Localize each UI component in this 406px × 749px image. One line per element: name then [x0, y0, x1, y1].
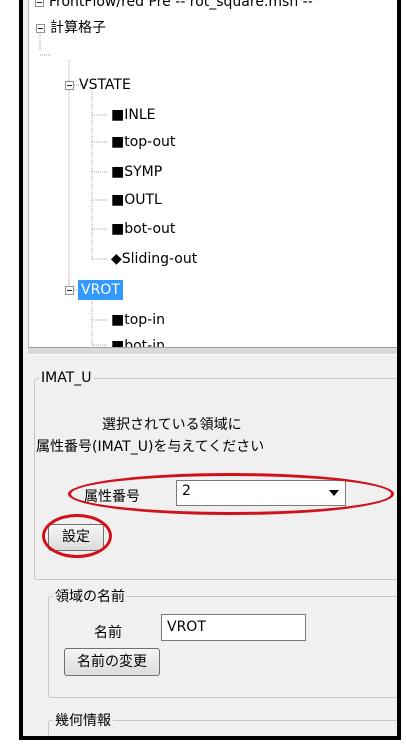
- highlight-ring-set-button: [42, 514, 112, 558]
- collapse-toggle-icon[interactable]: [35, 0, 44, 7]
- tree-node-vstate-label: VSTATE: [79, 77, 131, 93]
- tree-leaf-label: bot-in: [124, 338, 165, 347]
- tree-node-grid-label: 計算格子: [50, 20, 106, 36]
- region-name-group: 領域の名前: [48, 586, 397, 698]
- window-frame: FrontFlow/red Pre -- rot_square.msh -- 計…: [19, 0, 401, 740]
- imat-group-legend: IMAT_U: [41, 370, 92, 386]
- tree-leaf-label: top-in: [124, 312, 165, 328]
- geometry-group-legend: 幾何情報: [55, 713, 111, 729]
- tree-leaf-label: INLE: [124, 107, 156, 123]
- rename-button[interactable]: 名前の変更: [64, 648, 160, 676]
- square-marker-icon: ■: [111, 107, 125, 123]
- properties-panel: IMAT_U 選択されている領域に 属性番号(IMAT_U)を与えてください 属…: [28, 356, 397, 736]
- square-marker-icon: ■: [111, 192, 125, 208]
- splitter-handle[interactable]: [28, 347, 397, 355]
- collapse-toggle-icon[interactable]: [65, 286, 74, 295]
- region-tree[interactable]: FrontFlow/red Pre -- rot_square.msh -- 計…: [28, 0, 397, 347]
- tree-leaf-label: OUTL: [124, 192, 162, 208]
- tree-leaf-top-out[interactable]: ■top-out: [111, 132, 175, 152]
- region-name-input[interactable]: VROT: [161, 614, 306, 641]
- diamond-marker-icon: ◆: [111, 251, 122, 267]
- tree-leaf-bot-in[interactable]: ■bot-in: [111, 336, 165, 347]
- tree-leaf-top-in[interactable]: ■top-in: [111, 310, 165, 330]
- tree-leaf-bot-out[interactable]: ■bot-out: [111, 219, 175, 239]
- tree-leaf-label: Sliding-out: [121, 251, 198, 267]
- tree-leaf-label: top-out: [124, 134, 176, 150]
- highlight-ring-attribute: [68, 473, 394, 515]
- tree-leaf-label: bot-out: [124, 221, 176, 237]
- square-marker-icon: ■: [111, 221, 125, 237]
- tree-root-label: FrontFlow/red Pre -- rot_square.msh --: [49, 0, 313, 10]
- tree-node-vrot-label: VROT: [78, 280, 123, 300]
- geometry-group: 幾何情報: [48, 710, 397, 736]
- tree-leaf-label: SYMP: [124, 164, 163, 180]
- square-marker-icon: ■: [111, 164, 125, 180]
- tree-leaf-outl[interactable]: ■OUTL: [111, 190, 162, 210]
- collapse-toggle-icon[interactable]: [65, 81, 74, 90]
- tree-leaf-inle[interactable]: ■INLE: [111, 105, 155, 125]
- instruction-line-1: 選択されている領域に: [102, 417, 242, 433]
- tree-leaf-symp[interactable]: ■SYMP: [111, 162, 162, 182]
- square-marker-icon: ■: [111, 134, 125, 150]
- collapse-toggle-icon[interactable]: [36, 24, 45, 33]
- square-marker-icon: ■: [111, 312, 125, 328]
- name-label: 名前: [94, 625, 122, 641]
- instruction-line-2: 属性番号(IMAT_U)を与えてください: [36, 439, 265, 455]
- tree-leaf-sliding-out[interactable]: ◆Sliding-out: [111, 249, 197, 269]
- region-name-legend: 領域の名前: [55, 589, 125, 605]
- square-marker-icon: ■: [111, 338, 125, 347]
